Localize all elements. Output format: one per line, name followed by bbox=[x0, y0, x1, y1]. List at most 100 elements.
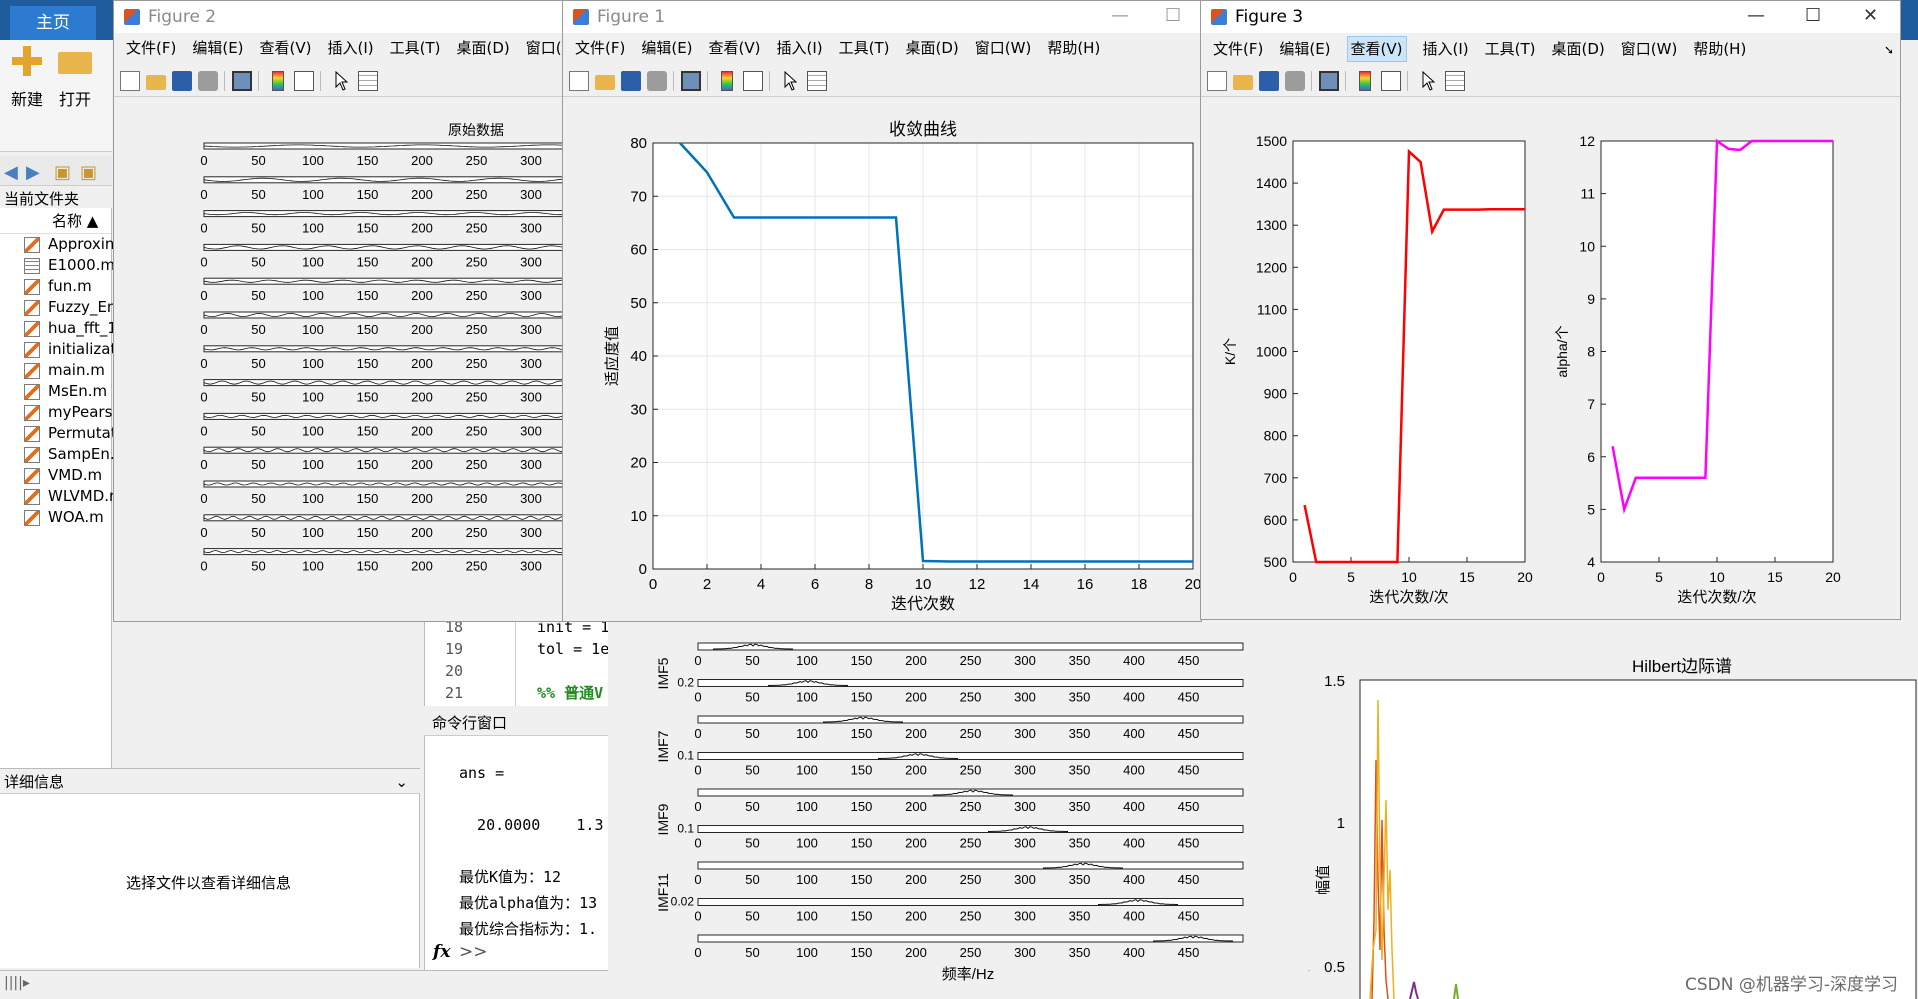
minimize-icon[interactable]: — bbox=[1747, 5, 1765, 26]
menu-item[interactable]: 插入(I) bbox=[1423, 37, 1469, 61]
convergence-plot: 0 2 4 6 8 10 12 14 16 18 20 0 10 20 30 40 50 60 70 80 收敛曲线迭代… bbox=[603, 120, 1201, 613]
menu-item[interactable]: 插入(I) bbox=[328, 36, 374, 60]
imf-tick: 150 bbox=[851, 945, 873, 960]
pointer-icon[interactable] bbox=[1421, 70, 1436, 91]
browse-folder-icon[interactable]: ▣ bbox=[80, 162, 97, 183]
print-icon[interactable] bbox=[1285, 71, 1305, 91]
imf-tick: 100 bbox=[796, 799, 818, 814]
file-list-item[interactable]: MsEn.m bbox=[0, 381, 111, 402]
line-number: 20 bbox=[445, 662, 464, 680]
command-window[interactable]: ans = 20.0000 1.3 最优K值为：12 最优alpha值为：13 … bbox=[424, 736, 608, 970]
print-icon[interactable] bbox=[647, 71, 667, 91]
menu-item[interactable]: 文件(F) bbox=[126, 36, 176, 60]
file-list-item[interactable]: E1000.ma bbox=[0, 255, 124, 276]
menu-item[interactable]: 帮助(H) bbox=[1693, 37, 1746, 61]
colorbar-icon[interactable] bbox=[272, 71, 284, 91]
menu-item[interactable]: 查看(V) bbox=[1346, 36, 1407, 62]
file-list-item[interactable]: WOA.m bbox=[0, 507, 111, 528]
menu-item[interactable]: 帮助(H) bbox=[1047, 36, 1100, 60]
menu-item[interactable]: 文件(F) bbox=[1213, 37, 1263, 61]
menu-item[interactable]: 桌面(D) bbox=[906, 36, 959, 60]
plot-edit-icon[interactable] bbox=[1445, 71, 1465, 91]
open-folder-icon[interactable] bbox=[595, 75, 615, 90]
save-icon[interactable] bbox=[1259, 71, 1279, 91]
pointer-icon[interactable] bbox=[334, 70, 349, 91]
legend-icon[interactable] bbox=[294, 71, 314, 91]
maximize-icon[interactable]: ☐ bbox=[1165, 5, 1181, 26]
menu-item[interactable]: 窗口(W bbox=[526, 36, 562, 60]
command-prompt[interactable]: >> bbox=[459, 942, 488, 962]
file-list-item[interactable]: hua_fft_1 bbox=[0, 318, 117, 339]
new-figure-icon[interactable] bbox=[1207, 71, 1227, 91]
file-list-item[interactable]: VMD.m bbox=[0, 465, 111, 486]
name-column-header[interactable]: 名称 ▲ bbox=[0, 208, 111, 234]
plot-edit-icon[interactable] bbox=[358, 71, 378, 91]
menu-item[interactable]: 工具(T) bbox=[839, 36, 890, 60]
code-editor[interactable]: 18 init = 1 19 tol = 1e 20 21%% 普通V bbox=[424, 614, 609, 706]
figure2-titlebar[interactable]: Figure 2 bbox=[114, 1, 562, 33]
menu-item[interactable]: 桌面(D) bbox=[457, 36, 510, 60]
file-list-item[interactable]: WLVMD.r bbox=[0, 486, 115, 507]
colorbar-icon[interactable] bbox=[721, 71, 733, 91]
menu-item[interactable]: 文件(F) bbox=[575, 36, 625, 60]
line-number: 19 bbox=[445, 640, 464, 658]
file-list-item[interactable]: initializat bbox=[0, 339, 116, 360]
file-list-item[interactable]: Approxin bbox=[0, 234, 114, 255]
property-inspector-icon[interactable] bbox=[232, 71, 252, 91]
legend-icon[interactable] bbox=[1381, 71, 1401, 91]
property-inspector-icon[interactable] bbox=[681, 71, 701, 91]
new-figure-icon[interactable] bbox=[120, 71, 140, 91]
legend-icon[interactable] bbox=[743, 71, 763, 91]
open-button[interactable]: 打开 bbox=[52, 46, 98, 110]
back-arrow-icon[interactable]: ◀ bbox=[4, 162, 18, 183]
file-list-item[interactable]: Permutat bbox=[0, 423, 117, 444]
menu-item[interactable]: 工具(T) bbox=[390, 36, 441, 60]
menu-item[interactable]: 查看(V) bbox=[260, 36, 312, 60]
forward-arrow-icon[interactable]: ▶ bbox=[26, 162, 40, 183]
minimize-icon[interactable]: — bbox=[1111, 5, 1129, 26]
imf-tick: 150 bbox=[851, 726, 873, 741]
tab-home[interactable]: 主页 bbox=[10, 6, 96, 40]
menu-item[interactable]: 桌面(D) bbox=[1552, 37, 1605, 61]
menu-item[interactable]: 编辑(E) bbox=[641, 36, 692, 60]
menu-item[interactable]: 查看(V) bbox=[709, 36, 761, 60]
matlab-icon bbox=[573, 9, 589, 25]
menu-item[interactable]: 窗口(W) bbox=[975, 36, 1032, 60]
save-icon[interactable] bbox=[172, 71, 192, 91]
menu-item[interactable]: 插入(I) bbox=[777, 36, 823, 60]
file-list-item[interactable]: SampEn.r bbox=[0, 444, 121, 465]
dock-arrow-icon[interactable]: ➘ bbox=[1884, 43, 1894, 57]
menu-item[interactable]: 编辑(E) bbox=[1279, 37, 1330, 61]
maximize-icon[interactable]: ☐ bbox=[1805, 5, 1821, 26]
property-inspector-icon[interactable] bbox=[1319, 71, 1339, 91]
pointer-icon[interactable] bbox=[783, 70, 798, 91]
up-folder-icon[interactable]: ▣ bbox=[54, 162, 71, 183]
open-folder-icon[interactable] bbox=[1233, 75, 1253, 90]
new-figure-icon[interactable] bbox=[569, 71, 589, 91]
file-list-item[interactable]: fun.m bbox=[0, 276, 111, 297]
file-list-item[interactable]: Fuzzy_Ent bbox=[0, 297, 122, 318]
raw-data-tick: 200 bbox=[411, 559, 433, 574]
chart-title: 收敛曲线 bbox=[889, 120, 957, 139]
plot-edit-icon[interactable] bbox=[807, 71, 827, 91]
x-tick-label: 10 bbox=[1709, 569, 1725, 585]
file-list-item[interactable]: main.m bbox=[0, 360, 111, 381]
figure1-titlebar[interactable]: Figure 1 — ☐ bbox=[563, 1, 1201, 33]
close-icon[interactable]: ✕ bbox=[1863, 5, 1878, 26]
raw-data-tick: 300 bbox=[520, 559, 542, 574]
save-icon[interactable] bbox=[621, 71, 641, 91]
file-list-item[interactable]: myPearsc bbox=[0, 402, 121, 423]
menu-item[interactable]: 窗口(W) bbox=[1621, 37, 1678, 61]
y-tick-label: 60 bbox=[630, 242, 647, 259]
open-folder-icon[interactable] bbox=[146, 75, 166, 90]
chevron-down-icon[interactable]: ⌄ bbox=[395, 769, 408, 795]
raw-data-tick: 300 bbox=[520, 254, 542, 269]
new-button[interactable]: 新建 bbox=[4, 46, 50, 110]
menu-item[interactable]: 编辑(E) bbox=[192, 36, 243, 60]
details-header[interactable]: 详细信息 ⌄ bbox=[0, 768, 420, 794]
print-icon[interactable] bbox=[198, 71, 218, 91]
toolbar-separator bbox=[224, 71, 225, 91]
figure3-titlebar[interactable]: Figure 3 — ☐ ✕ bbox=[1201, 1, 1900, 33]
colorbar-icon[interactable] bbox=[1359, 71, 1371, 91]
menu-item[interactable]: 工具(T) bbox=[1485, 37, 1536, 61]
